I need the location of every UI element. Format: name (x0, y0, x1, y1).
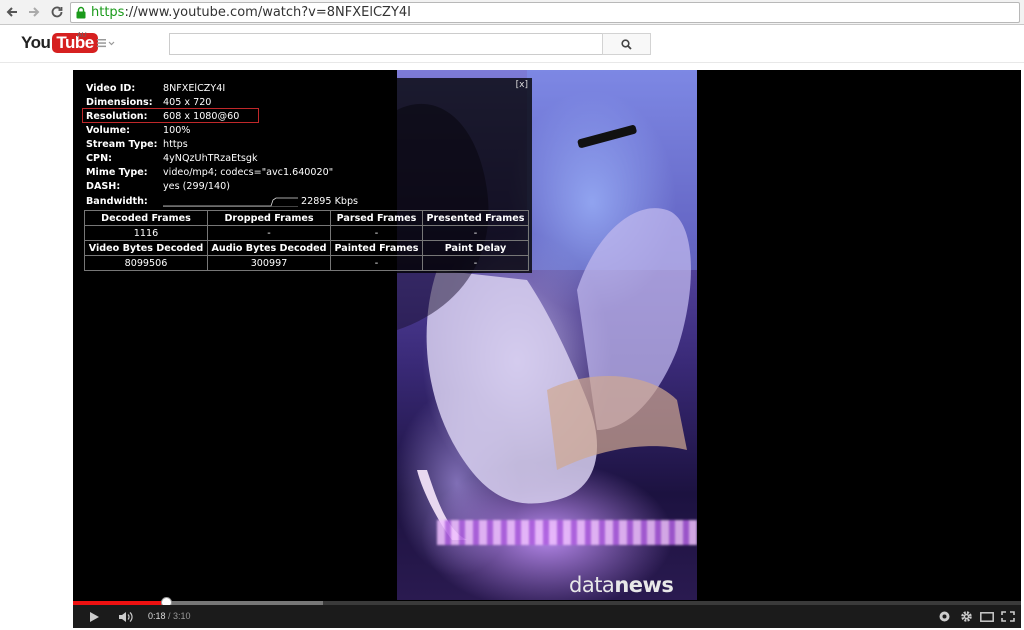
stat-label: Stream Type: (86, 138, 158, 150)
table-cell: - (422, 255, 529, 271)
annotations-icon[interactable] (937, 609, 951, 624)
stat-label: Bandwidth: (86, 195, 148, 207)
stat-label: Volume: (86, 124, 130, 136)
table-cell: - (422, 225, 529, 241)
stat-value: 4yNQzUhTRzaEtsgk (163, 152, 258, 164)
theater-mode-icon[interactable] (979, 609, 995, 624)
lock-icon (76, 6, 86, 19)
search-icon (621, 38, 632, 50)
close-stats-button[interactable]: [x] (516, 80, 528, 90)
table-header: Presented Frames (422, 210, 529, 226)
table-row: Decoded Frames Dropped Frames Parsed Fra… (84, 210, 529, 226)
reload-icon[interactable] (48, 3, 66, 21)
volume-icon[interactable] (117, 609, 135, 624)
stat-value: 100% (163, 124, 191, 136)
watermark-text-news: news (614, 573, 674, 597)
menu-icon[interactable] (97, 37, 115, 51)
table-row: Video Bytes Decoded Audio Bytes Decoded … (84, 240, 529, 256)
table-cell: - (330, 255, 423, 271)
table-cell: - (330, 225, 423, 241)
region-label: AU (77, 32, 87, 39)
table-header: Paint Delay (422, 240, 529, 256)
stat-value: yes (299/140) (163, 180, 230, 192)
stat-row-video-id: Video ID: 8NFXElCZY4I (86, 81, 225, 95)
stat-value: https (163, 138, 188, 150)
back-arrow-icon[interactable] (3, 3, 21, 21)
stat-value: 405 x 720 (163, 96, 212, 108)
stat-row-dimensions: Dimensions: 405 x 720 (86, 95, 211, 109)
stat-row-bandwidth: Bandwidth: 22895 Kbps (86, 194, 358, 208)
table-header: Parsed Frames (330, 210, 423, 226)
table-header: Dropped Frames (207, 210, 331, 226)
search-input[interactable] (169, 33, 603, 55)
stat-label: DASH: (86, 180, 121, 192)
url-text: ://www.youtube.com/watch?v=8NFXElCZY4I (124, 5, 411, 20)
table-header: Painted Frames (330, 240, 423, 256)
url-scheme: https (91, 5, 125, 20)
table-row: 1116 - - - (84, 225, 529, 241)
search-button[interactable] (602, 33, 651, 55)
stat-label: Mime Type: (86, 166, 148, 178)
stat-row-dash: DASH: yes (299/140) (86, 179, 230, 193)
table-cell: 1116 (84, 225, 208, 241)
table-cell: 300997 (207, 255, 331, 271)
logo-text-tube: Tube (52, 33, 98, 53)
watermark-logo: datanews (569, 573, 674, 597)
forward-arrow-icon[interactable] (25, 3, 43, 21)
time-separator: / (165, 611, 174, 621)
table-header: Audio Bytes Decoded (207, 240, 331, 256)
stat-value: video/mp4; codecs="avc1.640020" (163, 166, 334, 178)
duration: 3:10 (173, 611, 191, 621)
settings-gear-icon[interactable] (958, 609, 974, 624)
frame-stats-table: Decoded Frames Dropped Frames Parsed Fra… (84, 210, 529, 271)
time-display: 0:18 / 3:10 (148, 611, 191, 621)
stat-row-resolution: Resolution: 608 x 1080@60 (82, 108, 259, 123)
stat-row-stream-type: Stream Type: https (86, 137, 188, 151)
resolution-highlight-box (82, 108, 259, 123)
table-header: Video Bytes Decoded (84, 240, 208, 256)
table-cell: - (207, 225, 331, 241)
video-player[interactable]: datanews [x] Video ID: 8NFXElCZY4I Dimens… (73, 70, 1021, 628)
fullscreen-icon[interactable] (1000, 609, 1016, 624)
address-bar[interactable]: https://www.youtube.com/watch?v=8NFXElCZ… (70, 2, 1020, 23)
stat-label: Video ID: (86, 82, 136, 94)
logo-text-you: You (21, 33, 51, 52)
bandwidth-graph (163, 197, 298, 207)
stat-row-volume: Volume: 100% (86, 123, 190, 137)
stat-value: 8NFXElCZY4I (163, 82, 226, 94)
table-row: 8099506 300997 - - (84, 255, 529, 271)
stage-lights (437, 520, 697, 545)
table-header: Decoded Frames (84, 210, 208, 226)
browser-toolbar: https://www.youtube.com/watch?v=8NFXElCZ… (0, 0, 1024, 25)
player-controls: 0:18 / 3:10 (73, 605, 1021, 628)
current-time: 0:18 (148, 611, 166, 621)
stat-value: 22895 Kbps (301, 195, 359, 207)
stats-for-nerds-panel: [x] Video ID: 8NFXElCZY4I Dimensions: 405 … (81, 78, 532, 273)
stat-row-cpn: CPN: 4yNQzUhTRzaEtsgk (86, 151, 258, 165)
watermark-text-data: data (569, 573, 615, 597)
stat-label: CPN: (86, 152, 112, 164)
stat-label: Dimensions: (86, 96, 153, 108)
play-icon[interactable] (87, 609, 101, 624)
youtube-header: You Tube AU (0, 25, 1024, 63)
stat-row-mime-type: Mime Type: video/mp4; codecs="avc1.640020… (86, 165, 333, 179)
table-cell: 8099506 (84, 255, 208, 271)
